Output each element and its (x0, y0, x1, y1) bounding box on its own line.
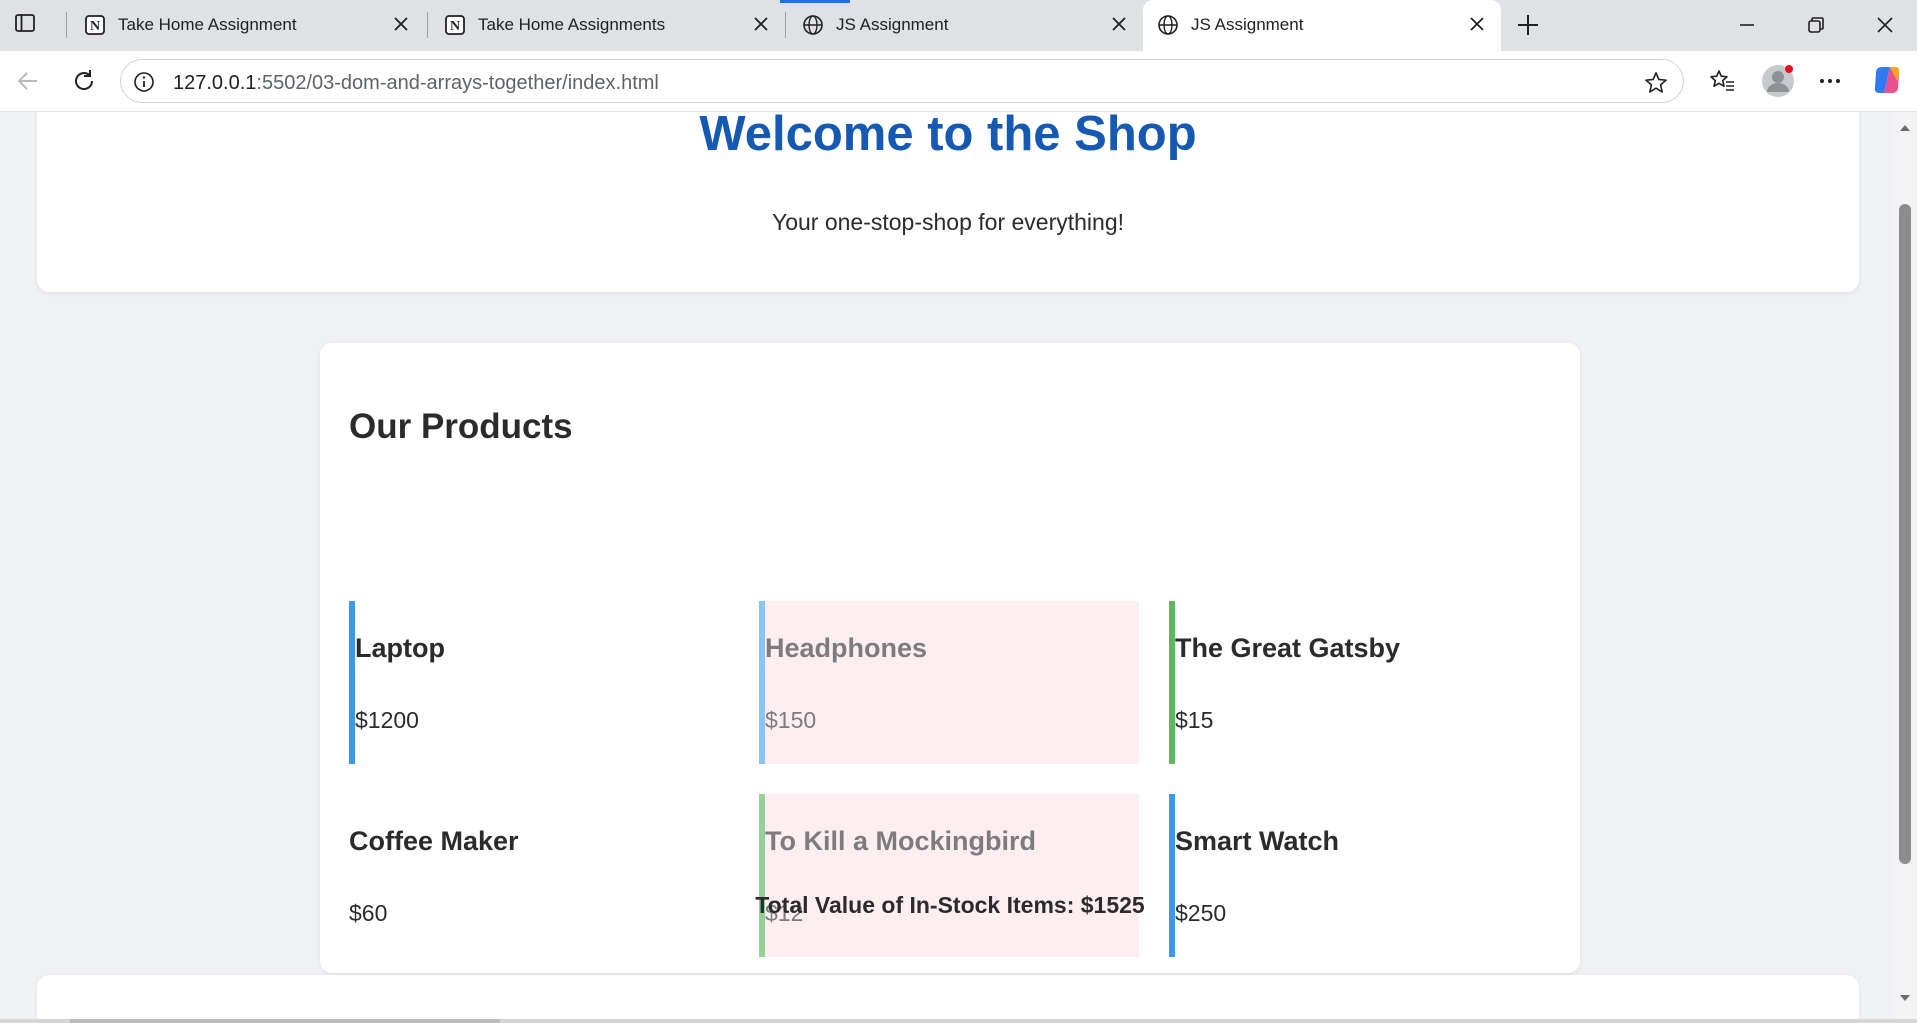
svg-text:N: N (90, 19, 100, 34)
product-card-headphones: Headphones $150 (759, 601, 1139, 764)
total-in-stock-value: Total Value of In-Stock Items: $1525 (755, 892, 1145, 918)
tab-title: JS Assignment (836, 15, 949, 34)
globe-icon (803, 15, 823, 35)
copilot-icon[interactable] (1870, 63, 1904, 97)
header-card: Welcome to the Shop Your one-stop-shop f… (37, 112, 1859, 292)
close-icon[interactable] (1111, 16, 1127, 32)
product-name: Coffee Maker (349, 826, 519, 856)
tab-title: Take Home Assignment (118, 15, 297, 34)
notion-icon: N (85, 15, 105, 35)
product-name: To Kill a Mockingbird (765, 826, 1037, 856)
scroll-up-icon[interactable] (1899, 122, 1911, 134)
tab-separator (427, 12, 428, 38)
tab-title: Take Home Assignments (478, 15, 666, 34)
page-viewport: Welcome to the Shop Your one-stop-shop f… (0, 112, 1893, 1023)
back-icon[interactable] (14, 67, 42, 95)
restore-icon[interactable] (1805, 14, 1827, 36)
tab-separator (785, 12, 786, 38)
product-name: Headphones (765, 633, 928, 663)
product-accent-bar (759, 794, 765, 957)
url-host: 127.0.0.1 (173, 72, 257, 94)
notion-icon: N (445, 15, 465, 35)
close-window-icon[interactable] (1874, 14, 1896, 36)
product-card-coffee-maker: Coffee Maker $60 (349, 794, 729, 957)
scroll-down-icon[interactable] (1899, 992, 1911, 1004)
browser-toolbar: 127.0.0.1:5502/03-dom-and-arrays-togethe… (0, 51, 1917, 112)
product-name: Smart Watch (1175, 826, 1340, 856)
close-icon[interactable] (393, 16, 409, 32)
product-card-to-kill-a-mockingbird: To Kill a Mockingbird $12 (759, 794, 1139, 957)
tab-actions-icon[interactable] (14, 12, 36, 34)
product-accent-bar (349, 601, 355, 764)
products-section: Our Products Laptop $1200 Headphones $15… (320, 343, 1580, 973)
new-tab-icon[interactable] (1515, 12, 1541, 38)
tab-4-active[interactable]: JS Assignment (1143, 0, 1501, 51)
tab-title: JS Assignment (1191, 15, 1304, 34)
favorites-icon[interactable] (1708, 67, 1736, 95)
svg-text:N: N (450, 19, 460, 34)
more-options-icon[interactable] (1816, 67, 1844, 95)
taskbar-edge (0, 1019, 1917, 1023)
address-bar[interactable]: 127.0.0.1:5502/03-dom-and-arrays-togethe… (120, 59, 1684, 103)
taskbar-segment (70, 1019, 500, 1023)
product-name: Laptop (355, 633, 445, 663)
url-text: 127.0.0.1:5502/03-dom-and-arrays-togethe… (173, 72, 659, 95)
page-title: Welcome to the Shop (699, 112, 1197, 161)
products-title: Our Products (349, 407, 573, 446)
url-path: :5502/03-dom-and-arrays-together/index.h… (256, 72, 659, 94)
product-card-laptop: Laptop $1200 (349, 601, 729, 764)
product-price: $1200 (355, 707, 419, 733)
product-accent-bar (759, 601, 765, 764)
footer-card (37, 975, 1859, 1023)
minimize-icon[interactable] (1736, 14, 1758, 36)
profile-avatar-icon[interactable] (1760, 63, 1796, 99)
product-card-smart-watch: Smart Watch $250 (1169, 794, 1549, 957)
product-price: $15 (1175, 707, 1214, 733)
product-card-the-great-gatsby: The Great Gatsby $15 (1169, 601, 1549, 764)
globe-icon (1158, 15, 1178, 35)
reload-icon[interactable] (70, 67, 98, 95)
page-tagline: Your one-stop-shop for everything! (771, 209, 1125, 235)
vertical-scrollbar[interactable] (1893, 112, 1917, 1023)
site-info-icon[interactable] (133, 71, 155, 93)
tab-separator (66, 12, 67, 38)
tab-3[interactable]: JS Assignment (788, 0, 1143, 51)
scrollbar-thumb[interactable] (1899, 204, 1911, 864)
close-icon[interactable] (1469, 16, 1485, 32)
product-name: The Great Gatsby (1175, 633, 1401, 663)
product-accent-bar (1169, 794, 1175, 957)
product-accent-bar (1169, 601, 1175, 764)
product-price: $150 (765, 707, 817, 733)
tab-2[interactable]: N Take Home Assignments (430, 0, 785, 51)
favorite-star-icon[interactable] (1643, 70, 1669, 96)
close-icon[interactable] (753, 16, 769, 32)
tab-1[interactable]: N Take Home Assignment (70, 0, 425, 51)
tab-strip: N Take Home Assignment N Take Home Assig… (0, 0, 1917, 51)
